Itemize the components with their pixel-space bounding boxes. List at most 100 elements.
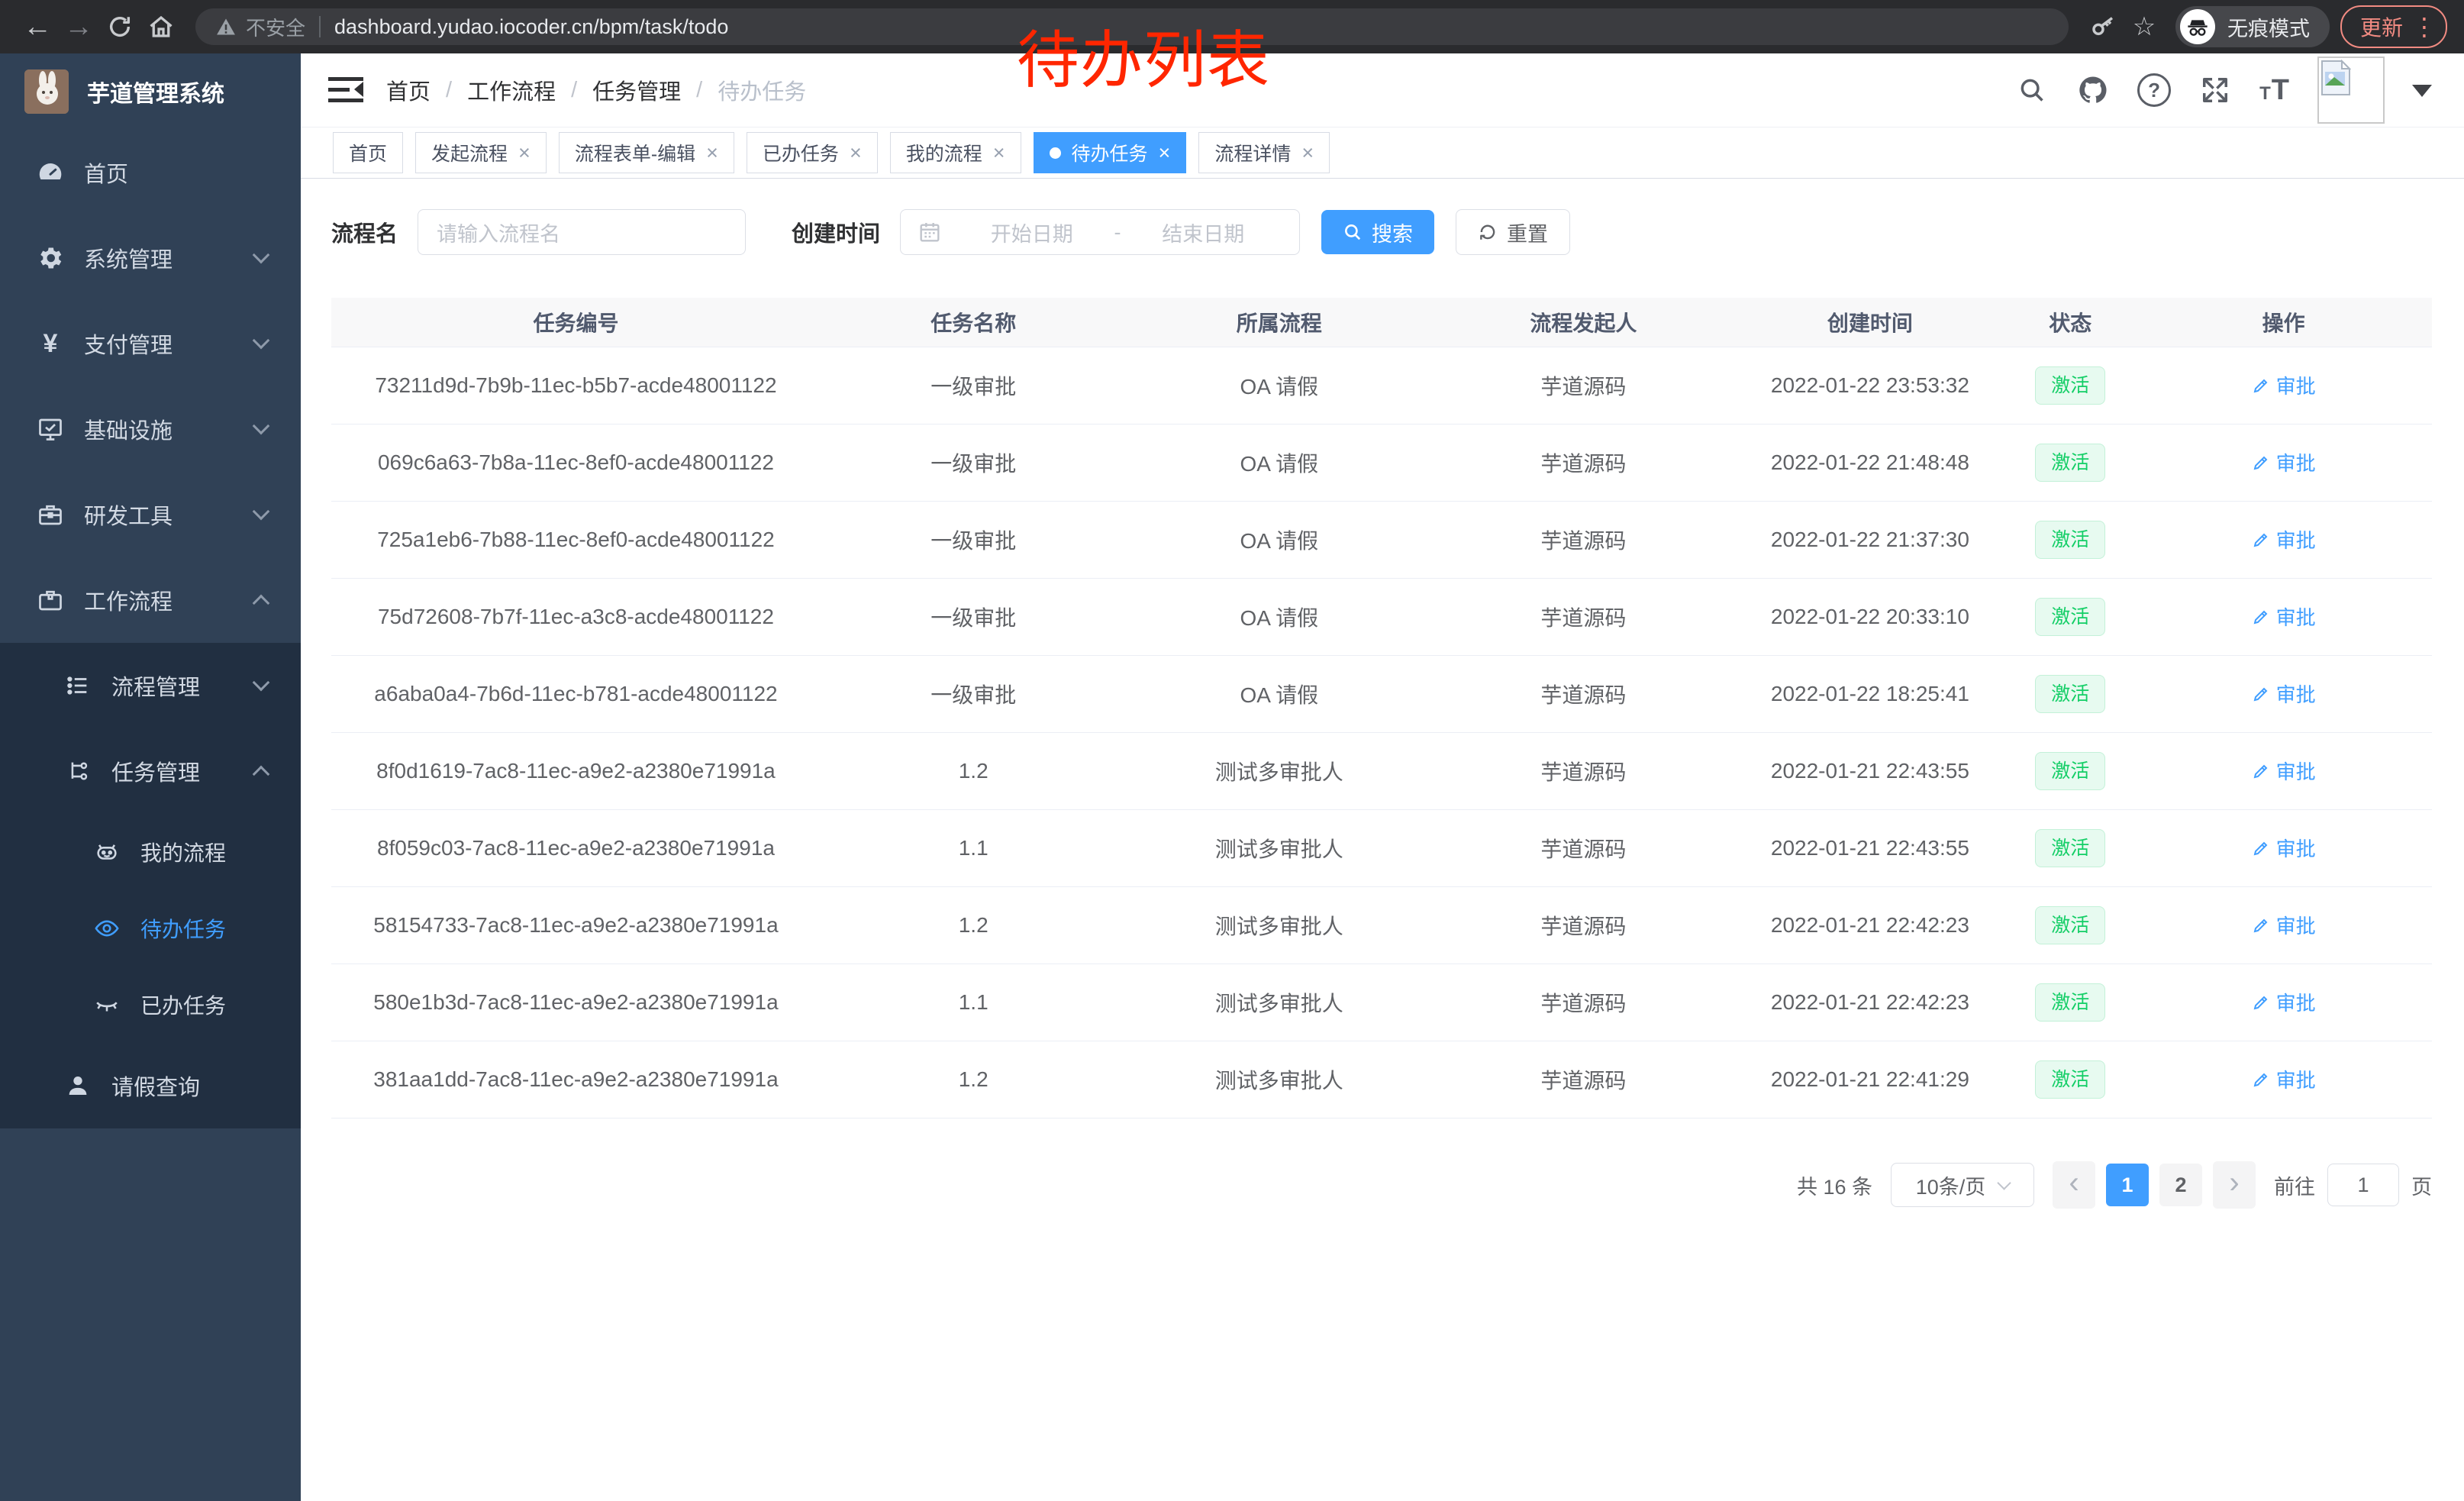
approve-button[interactable]: 审批: [2252, 911, 2316, 939]
prev-page-button[interactable]: ‹: [2053, 1161, 2095, 1209]
github-icon[interactable]: [2076, 73, 2110, 107]
tab-my-process[interactable]: 我的流程 ×: [890, 132, 1021, 173]
tab-process-detail[interactable]: 流程详情 ×: [1198, 132, 1330, 173]
approve-button[interactable]: 审批: [2252, 988, 2316, 1016]
list-icon: [63, 670, 93, 701]
sidebar-item-dev-tools[interactable]: 研发工具: [0, 472, 301, 557]
reset-button[interactable]: 重置: [1456, 209, 1570, 255]
browser-forward-icon[interactable]: →: [58, 6, 99, 47]
date-range-picker[interactable]: 开始日期 - 结束日期: [900, 209, 1300, 255]
close-icon[interactable]: ×: [1159, 143, 1171, 163]
tab-start-process[interactable]: 发起流程 ×: [415, 132, 547, 173]
close-icon[interactable]: ×: [518, 143, 531, 163]
page-unit-label: 页: [2411, 1170, 2432, 1200]
sidebar-item-infrastructure[interactable]: 基础设施: [0, 386, 301, 472]
chevron-down-icon: [253, 247, 270, 264]
approve-button[interactable]: 审批: [2252, 602, 2316, 631]
table-row: 8f059c03-7ac8-11ec-a9e2-a2380e71991a 1.1…: [331, 810, 2432, 887]
briefcase-icon: [35, 585, 66, 615]
sidebar-item-todo-tasks[interactable]: 待办任务: [0, 890, 301, 967]
sidebar-collapse-icon[interactable]: [328, 75, 363, 105]
status-badge: 激活: [2035, 366, 2105, 405]
url-text[interactable]: dashboard.yudao.iocoder.cn/bpm/task/todo: [334, 15, 728, 39]
sidebar-item-my-process[interactable]: 我的流程: [0, 814, 301, 890]
close-icon[interactable]: ×: [706, 143, 718, 163]
approve-button[interactable]: 审批: [2252, 1065, 2316, 1093]
goto-page: 前往 页: [2274, 1164, 2432, 1206]
breadcrumb-separator: /: [571, 78, 577, 103]
user-avatar-broken-image[interactable]: [2317, 56, 2385, 124]
password-key-icon[interactable]: [2082, 6, 2124, 47]
tab-done-tasks[interactable]: 已办任务 ×: [747, 132, 878, 173]
page-size-select[interactable]: 10条/页: [1891, 1163, 2034, 1207]
fullscreen-icon[interactable]: [2198, 73, 2232, 107]
approve-button[interactable]: 审批: [2252, 525, 2316, 554]
approve-button[interactable]: 审批: [2252, 448, 2316, 476]
monitor-icon: [35, 414, 66, 444]
refresh-icon: [1478, 222, 1498, 242]
breadcrumb-workflow[interactable]: 工作流程: [467, 74, 556, 106]
close-icon[interactable]: ×: [993, 143, 1005, 163]
sidebar-item-payment[interactable]: ¥ 支付管理: [0, 301, 301, 386]
help-icon[interactable]: ?: [2137, 73, 2171, 107]
browser-back-icon[interactable]: ←: [17, 6, 58, 47]
sidebar-item-workflow[interactable]: 工作流程: [0, 557, 301, 643]
start-date-placeholder[interactable]: 开始日期: [953, 218, 1111, 247]
pen-icon: [2252, 993, 2270, 1012]
browser-menu-icon[interactable]: ⋮: [2412, 15, 2437, 39]
page-button-2[interactable]: 2: [2159, 1164, 2202, 1206]
sidebar-item-done-tasks[interactable]: 已办任务: [0, 967, 301, 1043]
status-badge: 激活: [2035, 983, 2105, 1022]
search-button[interactable]: 搜索: [1321, 210, 1434, 254]
chevron-down-icon: [253, 418, 270, 435]
status-badge: 激活: [2035, 598, 2105, 636]
sidebar-item-process-management[interactable]: 流程管理: [0, 643, 301, 728]
goto-page-input[interactable]: [2327, 1164, 2399, 1206]
table-row: 381aa1dd-7ac8-11ec-a9e2-a2380e71991a 1.2…: [331, 1041, 2432, 1118]
status-badge: 激活: [2035, 752, 2105, 790]
pen-icon: [2252, 762, 2270, 780]
incognito-badge: 无痕模式: [2175, 6, 2330, 47]
page-button-1[interactable]: 1: [2106, 1164, 2149, 1206]
tab-todo-tasks[interactable]: 待办任务 ×: [1034, 132, 1187, 173]
close-icon[interactable]: ×: [1301, 143, 1314, 163]
sidebar: 芋道管理系统 首页: [0, 53, 301, 1501]
sidebar-item-task-management[interactable]: 任务管理: [0, 728, 301, 814]
breadcrumb-task-management[interactable]: 任务管理: [592, 74, 681, 106]
process-name-input[interactable]: 请输入流程名: [418, 209, 746, 255]
warning-icon: [215, 16, 237, 37]
browser-reload-icon[interactable]: [99, 6, 140, 47]
sidebar-item-label: 请假查询: [111, 1070, 200, 1102]
browser-home-icon[interactable]: [140, 6, 182, 47]
sidebar-item-home[interactable]: 首页: [0, 130, 301, 215]
tree-icon: [63, 756, 93, 786]
approve-button[interactable]: 审批: [2252, 757, 2316, 785]
breadcrumb-separator: /: [446, 78, 452, 103]
approve-button[interactable]: 审批: [2252, 371, 2316, 399]
breadcrumb-home[interactable]: 首页: [386, 74, 431, 106]
close-icon[interactable]: ×: [850, 143, 862, 163]
chevron-up-icon: [253, 766, 270, 783]
browser-update-button[interactable]: 更新 ⋮: [2340, 5, 2447, 48]
status-badge: 激活: [2035, 521, 2105, 559]
approve-button[interactable]: 审批: [2252, 834, 2316, 862]
font-size-icon[interactable]: TT: [2259, 74, 2290, 107]
tab-process-form-edit[interactable]: 流程表单-编辑 ×: [559, 132, 734, 173]
search-icon[interactable]: [2015, 73, 2049, 107]
header-actions: ? TT: [2015, 56, 2432, 124]
table-header-row: 任务编号 任务名称 所属流程 流程发起人 创建时间 状态 操作: [331, 298, 2432, 347]
bookmark-star-icon[interactable]: ☆: [2124, 6, 2165, 47]
create-time-label: 创建时间: [792, 216, 880, 248]
gear-icon: [35, 243, 66, 273]
approve-button[interactable]: 审批: [2252, 679, 2316, 708]
end-date-placeholder[interactable]: 结束日期: [1124, 218, 1283, 247]
next-page-button[interactable]: ›: [2213, 1161, 2256, 1209]
pager: ‹ 1 2 ›: [2053, 1161, 2256, 1209]
search-icon: [1343, 222, 1363, 242]
sidebar-item-system[interactable]: 系统管理: [0, 215, 301, 301]
user-menu-caret-icon[interactable]: [2412, 85, 2432, 107]
sidebar-item-leave-query[interactable]: 请假查询: [0, 1043, 301, 1128]
dashboard-icon: [35, 157, 66, 188]
site-security[interactable]: 不安全: [215, 13, 305, 41]
tab-home[interactable]: 首页: [333, 132, 403, 173]
